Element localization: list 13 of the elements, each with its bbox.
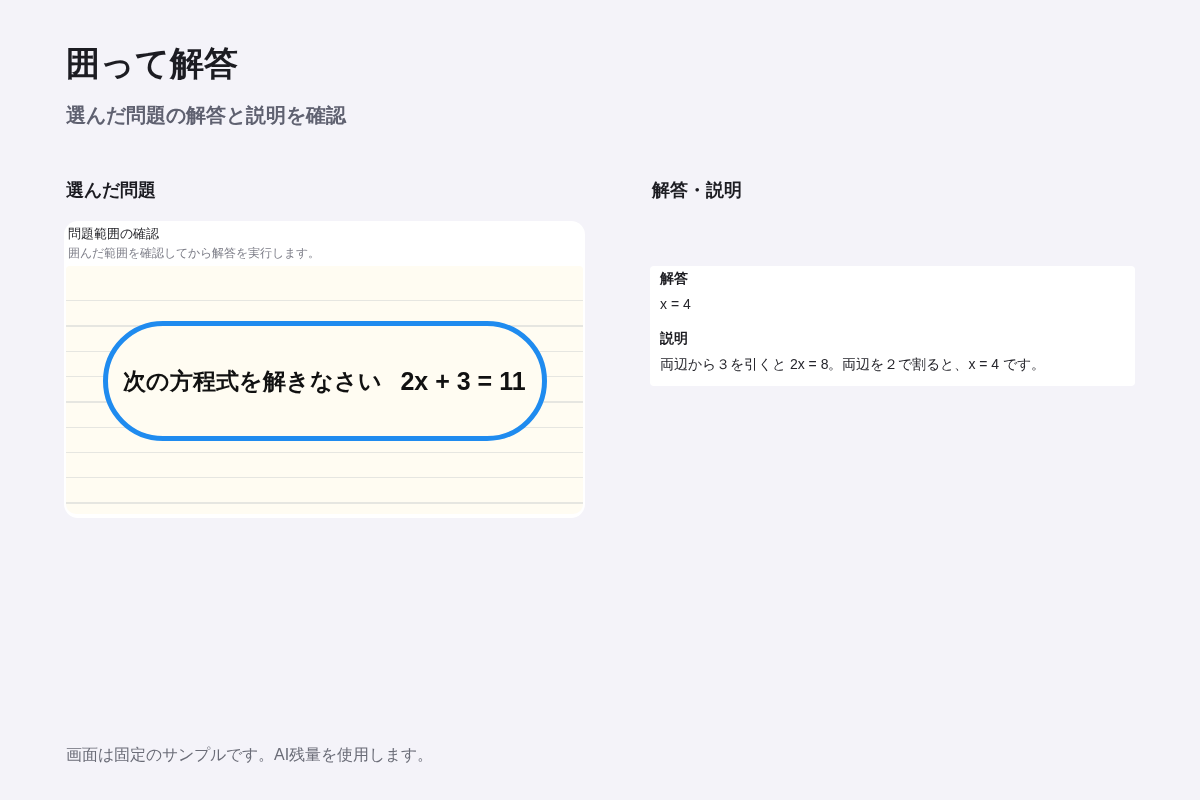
equation-text: 2x + 3 = 11 (400, 366, 526, 396)
problem-text: 次の方程式を解きなさい (123, 366, 383, 396)
answer-text: 両辺から３を引くと 2x = 8。両辺を２で割ると、x = 4 です。 (660, 355, 1046, 374)
card-hint: 囲んだ範囲を確認してから解答を実行します。 (68, 246, 320, 261)
section-heading: 選んだ問題 (66, 179, 156, 202)
footer-note: 画面は固定のサンプルです。AI残量を使用します。 (66, 745, 434, 765)
answer-label: 解答 (660, 269, 688, 288)
card-title: 問題範囲の確認 (68, 225, 159, 243)
page-subtitle: 選んだ問題の解答と説明を確認 (66, 103, 346, 128)
section-heading: 解答・説明 (652, 179, 742, 202)
answer-text: x = 4 (660, 295, 691, 314)
page-title: 囲って解答 (66, 43, 238, 84)
answer-label: 説明 (660, 329, 688, 348)
